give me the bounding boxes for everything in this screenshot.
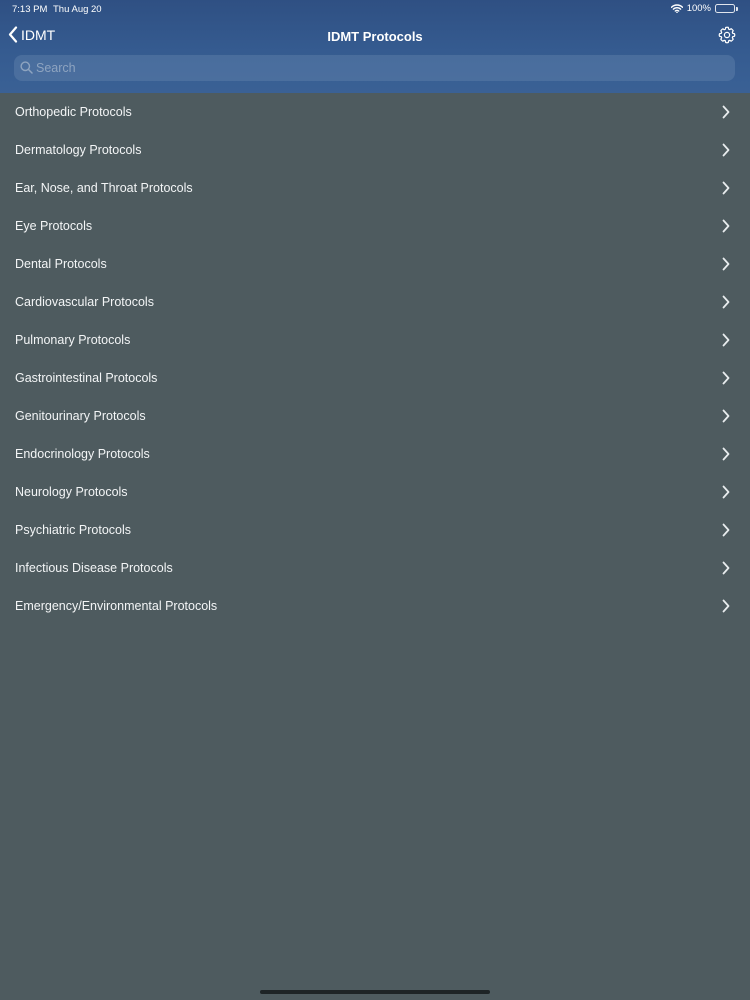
chevron-right-icon: [722, 219, 730, 233]
wifi-icon: [670, 4, 683, 13]
header: 7:13 PM Thu Aug 20 100% IDMT IDMT Protoc…: [0, 0, 750, 93]
list-item[interactable]: Eye Protocols: [0, 207, 750, 245]
chevron-right-icon: [722, 295, 730, 309]
list-item-label: Infectious Disease Protocols: [15, 561, 173, 575]
list-item[interactable]: Pulmonary Protocols: [0, 321, 750, 359]
chevron-right-icon: [722, 599, 730, 613]
list-item[interactable]: Cardiovascular Protocols: [0, 283, 750, 321]
chevron-right-icon: [722, 371, 730, 385]
list-item-label: Cardiovascular Protocols: [15, 295, 154, 309]
chevron-right-icon: [722, 257, 730, 271]
list-item-label: Eye Protocols: [15, 219, 93, 233]
list-item-label: Ear, Nose, and Throat Protocols: [15, 181, 193, 195]
home-indicator[interactable]: [260, 990, 490, 994]
list-item-label: Genitourinary Protocols: [15, 409, 146, 423]
battery-icon: [715, 4, 738, 13]
chevron-right-icon: [722, 523, 730, 537]
search-icon: [20, 61, 33, 79]
list-item[interactable]: Psychiatric Protocols: [0, 511, 750, 549]
page-title: IDMT Protocols: [327, 29, 423, 44]
search-bar[interactable]: [14, 55, 735, 81]
chevron-right-icon: [722, 409, 730, 423]
list-item[interactable]: Gastrointestinal Protocols: [0, 359, 750, 397]
battery-percent: 100%: [686, 3, 711, 14]
list-item-label: Pulmonary Protocols: [15, 333, 131, 347]
gear-icon: [718, 26, 736, 48]
list-item-label: Gastrointestinal Protocols: [15, 371, 158, 385]
list-item-label: Dermatology Protocols: [15, 143, 142, 157]
status-indicators: 100%: [670, 3, 738, 14]
search-input[interactable]: [36, 55, 716, 81]
status-bar: 7:13 PM Thu Aug 20 100%: [0, 0, 750, 18]
list-item-label: Neurology Protocols: [15, 485, 128, 499]
status-date: Thu Aug 20: [53, 4, 102, 15]
list-item[interactable]: Dermatology Protocols: [0, 131, 750, 169]
list-item-label: Dental Protocols: [15, 257, 107, 271]
list-item[interactable]: Endocrinology Protocols: [0, 435, 750, 473]
list-item-label: Emergency/Environmental Protocols: [15, 599, 218, 613]
chevron-right-icon: [722, 333, 730, 347]
chevron-right-icon: [722, 143, 730, 157]
navigation-bar: IDMT IDMT Protocols: [0, 22, 750, 52]
list-item-label: Psychiatric Protocols: [15, 523, 132, 537]
protocol-list: Orthopedic Protocols Dermatology Protoco…: [0, 93, 750, 625]
chevron-right-icon: [722, 447, 730, 461]
list-item[interactable]: Emergency/Environmental Protocols: [0, 587, 750, 625]
list-item[interactable]: Orthopedic Protocols: [0, 93, 750, 131]
settings-button[interactable]: [718, 26, 736, 44]
list-item[interactable]: Ear, Nose, and Throat Protocols: [0, 169, 750, 207]
status-time: 7:13 PM: [12, 4, 48, 15]
list-item[interactable]: Dental Protocols: [0, 245, 750, 283]
list-item-label: Endocrinology Protocols: [15, 447, 150, 461]
list-item[interactable]: Infectious Disease Protocols: [0, 549, 750, 587]
chevron-right-icon: [722, 485, 730, 499]
chevron-right-icon: [722, 181, 730, 195]
list-item-label: Orthopedic Protocols: [15, 105, 132, 119]
list-item[interactable]: Genitourinary Protocols: [0, 397, 750, 435]
chevron-right-icon: [722, 105, 730, 119]
chevron-right-icon: [722, 561, 730, 575]
list-item[interactable]: Neurology Protocols: [0, 473, 750, 511]
